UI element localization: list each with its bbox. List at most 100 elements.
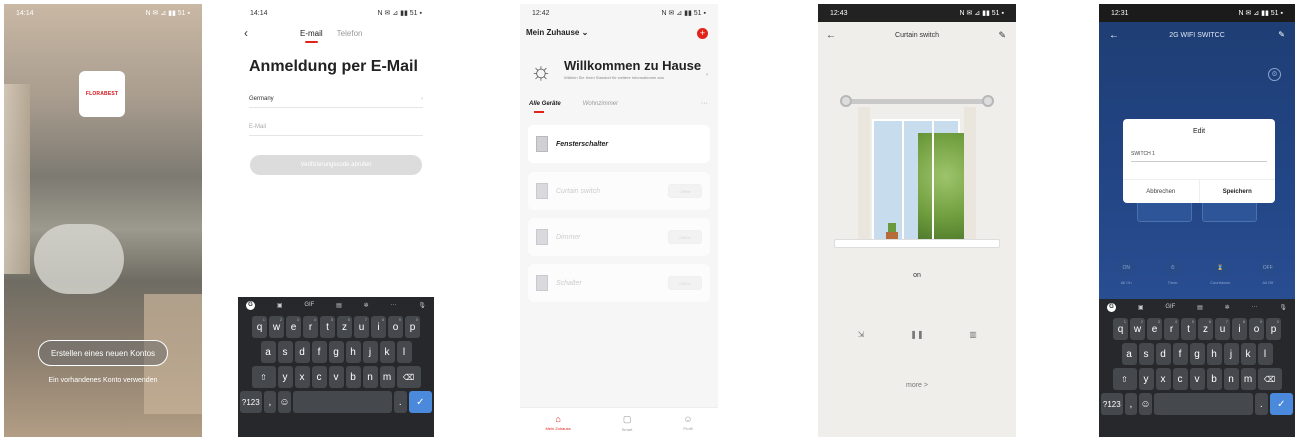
key[interactable]: t5: [320, 316, 335, 338]
key[interactable]: e3: [1147, 318, 1162, 340]
key[interactable]: n: [1223, 368, 1239, 390]
key[interactable]: i8: [1232, 318, 1247, 340]
key[interactable]: l: [396, 341, 412, 363]
country-select[interactable]: Germany ›: [249, 90, 423, 108]
nav-profile[interactable]: ☺ Profil: [683, 414, 692, 431]
key[interactable]: m: [379, 366, 395, 388]
enter-key-icon[interactable]: ✓: [1269, 393, 1293, 415]
key[interactable]: z6: [1198, 318, 1213, 340]
symbols-key[interactable]: ?123: [240, 391, 262, 413]
add-device-icon[interactable]: +: [697, 28, 708, 39]
key[interactable]: x: [294, 366, 310, 388]
symbols-key[interactable]: ?123: [1101, 393, 1123, 415]
pause-icon[interactable]: ❚❚: [902, 324, 932, 344]
key[interactable]: d: [1155, 343, 1171, 365]
switch-name-field[interactable]: SWITCH 1: [1131, 151, 1267, 162]
settings-icon[interactable]: ✲: [1225, 304, 1230, 311]
key[interactable]: c: [311, 366, 327, 388]
key[interactable]: h: [1206, 343, 1222, 365]
gif-button[interactable]: GIF: [304, 302, 314, 308]
device-card[interactable]: Schalter Offline: [528, 264, 710, 302]
key[interactable]: p0: [405, 316, 420, 338]
shift-key-icon[interactable]: ⇧: [251, 366, 276, 388]
clipboard-icon[interactable]: ▤: [1197, 304, 1203, 311]
key[interactable]: y: [1138, 368, 1154, 390]
key[interactable]: k: [1240, 343, 1256, 365]
key[interactable]: h: [345, 341, 361, 363]
chevron-right-icon[interactable]: ›: [706, 72, 708, 78]
period-key[interactable]: .: [1254, 393, 1268, 415]
device-card[interactable]: Fensterschalter: [528, 125, 710, 163]
gif-button[interactable]: GIF: [1165, 304, 1175, 310]
key[interactable]: x: [1155, 368, 1171, 390]
device-card[interactable]: Curtain switch Offline: [528, 172, 710, 210]
key[interactable]: w2: [1130, 318, 1145, 340]
all-on-button[interactable]: ON All On: [1117, 259, 1136, 285]
sticker-icon[interactable]: ▣: [277, 302, 283, 309]
key[interactable]: s: [1138, 343, 1154, 365]
key[interactable]: o9: [1249, 318, 1264, 340]
tab-email[interactable]: E-mail: [300, 29, 323, 43]
key[interactable]: l: [1257, 343, 1273, 365]
key[interactable]: d: [294, 341, 310, 363]
key[interactable]: a: [1121, 343, 1137, 365]
key[interactable]: v: [1189, 368, 1205, 390]
nav-home[interactable]: ⌂ Mein Zuhause: [545, 414, 570, 431]
key[interactable]: a: [260, 341, 276, 363]
key[interactable]: q1: [252, 316, 267, 338]
edit-icon[interactable]: ✎: [998, 30, 1006, 41]
key[interactable]: y: [277, 366, 293, 388]
key[interactable]: i8: [371, 316, 386, 338]
key[interactable]: j: [362, 341, 378, 363]
key[interactable]: b: [345, 366, 361, 388]
edit-icon[interactable]: ✎: [1278, 30, 1285, 39]
space-key[interactable]: [1153, 393, 1253, 415]
enter-key-icon[interactable]: ✓: [408, 391, 432, 413]
sticker-icon[interactable]: ▣: [1138, 304, 1144, 311]
home-selector[interactable]: Mein Zuhause ⌄: [526, 28, 588, 37]
countdown-button[interactable]: ⌛ Countdown: [1210, 259, 1230, 285]
get-verification-code-button[interactable]: Verifizierungscode abrufen: [250, 155, 422, 175]
key[interactable]: r4: [1164, 318, 1179, 340]
save-button[interactable]: Speichern: [1198, 180, 1276, 203]
cancel-button[interactable]: Abbrechen: [1123, 180, 1199, 203]
more-link[interactable]: more >: [818, 382, 1016, 389]
key[interactable]: c: [1172, 368, 1188, 390]
key[interactable]: z6: [337, 316, 352, 338]
tab-living-room[interactable]: Wohnzimmer: [583, 101, 618, 107]
key[interactable]: b: [1206, 368, 1222, 390]
backspace-key-icon[interactable]: ⌫: [1257, 368, 1282, 390]
back-icon[interactable]: ‹: [244, 26, 248, 40]
all-off-button[interactable]: OFF All Off: [1258, 259, 1277, 285]
create-account-button[interactable]: Erstellen eines neuen Kontos: [38, 340, 168, 366]
key[interactable]: f: [311, 341, 327, 363]
key[interactable]: m: [1240, 368, 1256, 390]
key[interactable]: p0: [1266, 318, 1281, 340]
more-icon[interactable]: ···: [701, 100, 708, 107]
email-field[interactable]: E-Mail: [249, 118, 423, 136]
key[interactable]: v: [328, 366, 344, 388]
emoji-key-icon[interactable]: ☺: [278, 391, 291, 413]
key[interactable]: g: [328, 341, 344, 363]
tab-all-devices[interactable]: Alle Geräte: [529, 101, 561, 113]
key[interactable]: s: [277, 341, 293, 363]
nav-smart[interactable]: ▢ Smart: [622, 414, 633, 432]
key[interactable]: u7: [1215, 318, 1230, 340]
tab-phone[interactable]: Telefon: [337, 29, 363, 38]
more-icon[interactable]: ···: [1252, 304, 1258, 310]
key[interactable]: j: [1223, 343, 1239, 365]
period-key[interactable]: .: [393, 391, 407, 413]
mic-icon[interactable]: 🎙︎: [1279, 304, 1287, 311]
key[interactable]: t5: [1181, 318, 1196, 340]
clipboard-icon[interactable]: ▤: [336, 302, 342, 309]
settings-icon[interactable]: ⚙: [1268, 68, 1281, 81]
key[interactable]: n: [362, 366, 378, 388]
comma-key[interactable]: ,: [263, 391, 277, 413]
google-icon[interactable]: G: [246, 300, 255, 310]
key[interactable]: u7: [354, 316, 369, 338]
existing-account-link[interactable]: Ein vorhandenes Konto verwenden: [44, 376, 162, 386]
key[interactable]: w2: [269, 316, 284, 338]
backspace-key-icon[interactable]: ⌫: [396, 366, 421, 388]
key[interactable]: q1: [1113, 318, 1128, 340]
shift-key-icon[interactable]: ⇧: [1112, 368, 1137, 390]
